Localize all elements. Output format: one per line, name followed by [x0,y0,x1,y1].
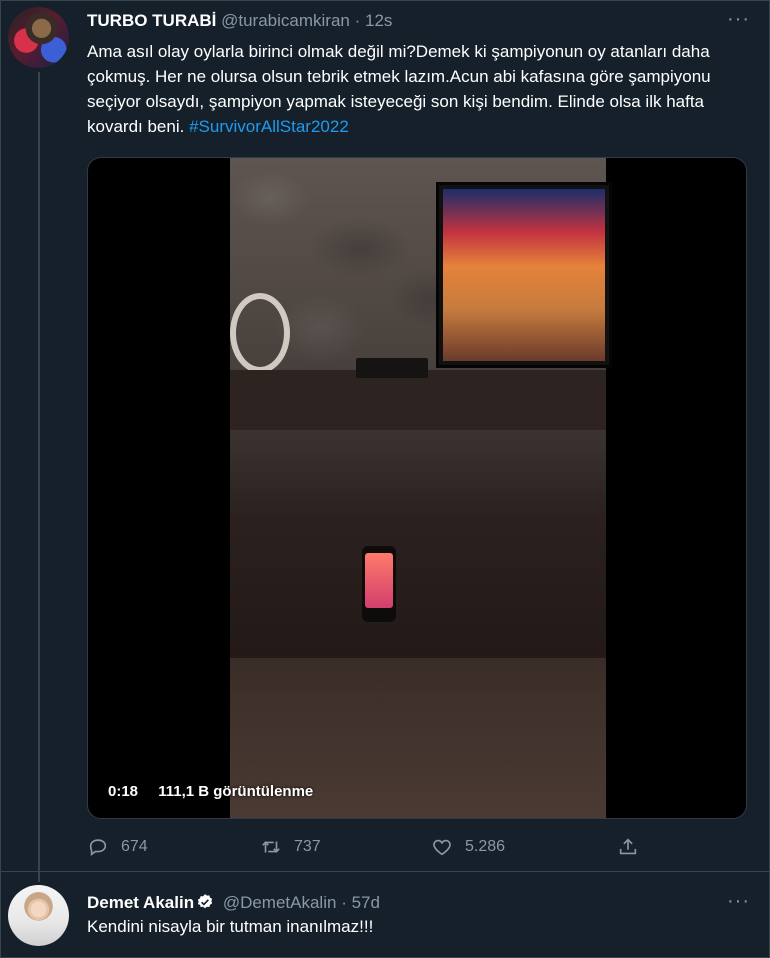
video-frame[interactable] [230,158,612,818]
tv-screen [443,189,605,361]
timestamp[interactable]: 57d [352,893,380,912]
reply-icon [89,839,107,856]
retweet-icon [262,841,280,853]
tweet-actions: 674 737 5.286 [87,836,747,862]
reply-count: 674 [121,838,148,855]
retweet-count: 737 [294,838,321,855]
tweet-header: TURBO TURABİ @turabicamkiran · 12s [87,11,392,31]
verified-badge-icon [197,894,213,909]
timestamp[interactable]: 12s [365,11,392,30]
like-button[interactable]: 5.286 [431,836,505,858]
more-icon[interactable]: ··· [727,8,750,31]
tweet-body: Ama asıl olay oylarla birinci olmak deği… [87,42,711,136]
display-name[interactable]: Demet Akalin [87,893,194,912]
like-count: 5.286 [465,838,506,855]
handle[interactable]: @DemetAkalin [223,893,337,912]
share-button[interactable] [617,836,651,858]
reply-button[interactable]: 674 [87,836,148,858]
video-info: 0:18 111,1 B görüntülenme [108,783,329,800]
hashtag-link[interactable]: #SurvivorAllStar2022 [189,117,349,136]
soundbar [356,358,428,378]
thread-line [38,72,40,882]
separator: · [341,893,347,912]
tweet-text: Kendini nisayla bir tutman inanılmaz!!! [87,917,374,936]
share-icon [619,838,637,855]
handle[interactable]: @turabicamkiran [221,11,350,30]
video-views: 111,1 B görüntülenme [158,783,314,800]
phone-screen [365,553,393,608]
separator: · [354,11,361,30]
phone [362,546,396,622]
tv-stand [230,370,606,430]
display-name[interactable]: TURBO TURABİ [87,11,216,30]
ring-light [230,293,290,373]
video-player[interactable]: 0:18 111,1 B görüntülenme [87,157,747,819]
tweet-text: Ama asıl olay oylarla birinci olmak deği… [87,39,747,139]
video-duration: 0:18 [108,783,139,800]
heart-icon [433,839,451,856]
tv [436,182,612,368]
avatar[interactable] [8,7,69,68]
retweet-button[interactable]: 737 [260,836,321,858]
tweet-divider [0,871,770,872]
tweet-header: Demet Akalin @DemetAkalin · 57d [87,893,380,913]
avatar[interactable] [8,885,69,946]
more-icon[interactable]: ··· [727,890,750,913]
